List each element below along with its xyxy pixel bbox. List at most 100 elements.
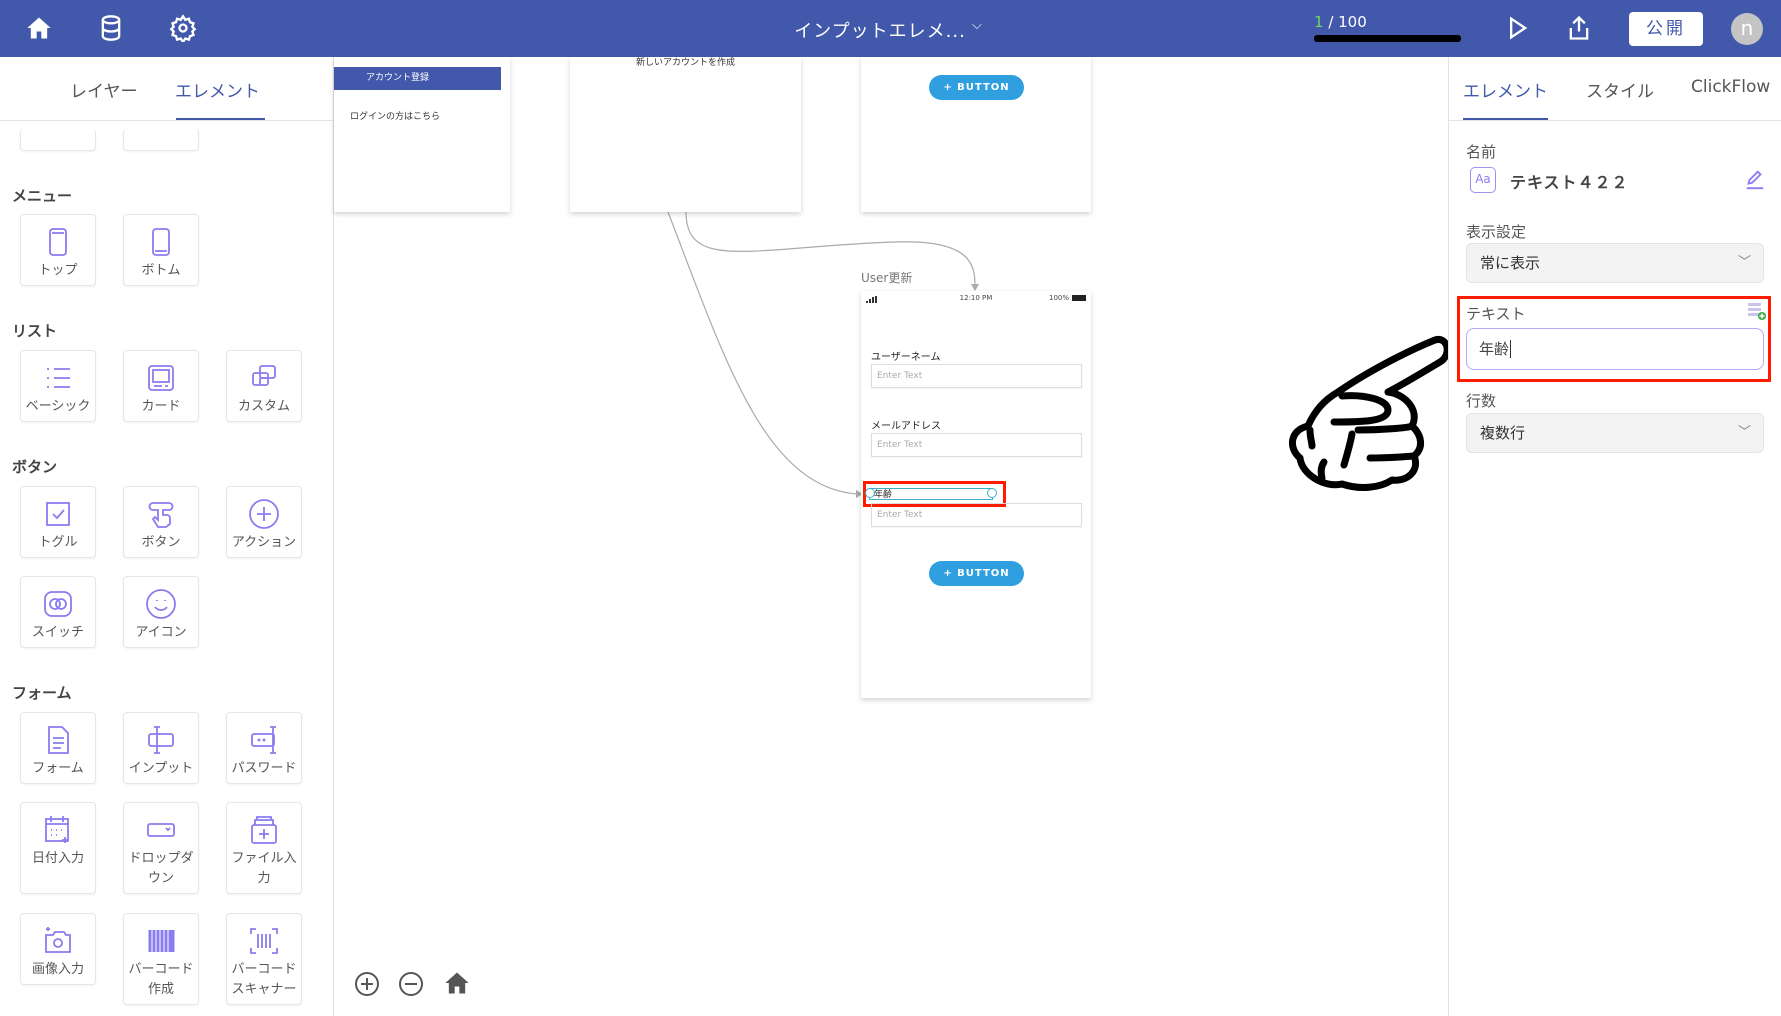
text-cursor xyxy=(1510,340,1512,358)
tab-layers[interactable]: レイヤー xyxy=(70,77,138,102)
progress-text: 1 / 100 xyxy=(1314,13,1367,31)
field-label-email: メールアドレス xyxy=(871,421,941,432)
screen-user-update[interactable]: 12:10 PM 100% ユーザーネーム Enter Text メールアドレス… xyxy=(861,291,1091,698)
tile-label: トップ xyxy=(38,263,78,278)
element-tile-top-menu[interactable]: トップ xyxy=(20,214,96,286)
tile-label: インプット xyxy=(128,761,194,776)
tile-label: アイコン xyxy=(135,625,187,640)
battery-icon xyxy=(1072,295,1086,301)
lines-select[interactable]: 複数行 ﹀ xyxy=(1466,413,1764,453)
zoom-in-icon[interactable] xyxy=(354,971,380,997)
tap-icon xyxy=(148,502,174,528)
connector-line xyxy=(667,211,858,495)
field-label-age: 年齢 xyxy=(874,490,893,500)
element-tile-dropdown[interactable]: ドロップダウン xyxy=(123,802,199,894)
element-tile-file[interactable]: ファイル入力 xyxy=(226,802,302,894)
camera-icon xyxy=(45,927,71,953)
username-input[interactable]: Enter Text xyxy=(871,364,1082,388)
chevron-down-icon[interactable]: ⌵ xyxy=(972,18,982,33)
element-tile-bottom-menu[interactable]: ボトム xyxy=(123,214,199,286)
tile-label: ドロップダウン xyxy=(128,851,194,886)
text-input[interactable]: 年齢 xyxy=(1466,328,1764,370)
publish-button[interactable]: 公開 xyxy=(1629,12,1703,46)
tile-partial[interactable] xyxy=(20,129,96,151)
element-tile-input[interactable]: インプット xyxy=(123,712,199,784)
bottom-menu-icon xyxy=(152,228,170,256)
play-icon[interactable] xyxy=(1503,14,1531,42)
element-tile-checkbox[interactable]: トグル xyxy=(20,486,96,558)
top-menu-icon xyxy=(49,228,67,256)
element-tile-card[interactable]: カード xyxy=(123,350,199,422)
share-icon[interactable] xyxy=(1565,14,1593,42)
field-label-username: ユーザーネーム xyxy=(871,352,941,363)
element-tile-password[interactable]: パスワード xyxy=(226,712,302,784)
pencil-icon[interactable] xyxy=(1744,168,1766,190)
screen-card-create[interactable]: 新しいアカウントを作成 xyxy=(570,57,801,212)
gear-icon[interactable] xyxy=(169,14,197,42)
element-name: テキスト４２２ xyxy=(1510,173,1629,192)
element-tile-calendar[interactable]: 日付入力 xyxy=(20,802,96,894)
element-tile-smiley[interactable]: アイコン xyxy=(123,576,199,648)
divider xyxy=(0,120,334,121)
screen-card-register[interactable]: アカウント登録 ログインの方はこちら xyxy=(334,57,510,212)
connector-line xyxy=(685,211,976,288)
visibility-select[interactable]: 常に表示 ﹀ xyxy=(1466,243,1764,283)
resize-handle[interactable] xyxy=(987,488,997,498)
card-header: アカウント登録 xyxy=(334,67,501,90)
element-tile-barcode[interactable]: バーコード作成 xyxy=(123,913,199,1005)
text-label: テキスト xyxy=(1466,305,1526,323)
list-icon xyxy=(47,368,70,388)
home-icon[interactable] xyxy=(442,969,472,997)
visibility-label: 表示設定 xyxy=(1466,223,1527,241)
tile-label: アクション xyxy=(231,535,297,550)
element-tile-list[interactable]: ベーシック xyxy=(20,350,96,422)
element-sidebar: レイヤー エレメント メニュートップ ボトムリストベーシック カード カスタムボタン ト… xyxy=(0,57,334,1016)
home-icon[interactable] xyxy=(25,14,53,42)
card-button[interactable]: + BUTTON xyxy=(929,75,1024,100)
calendar-icon xyxy=(45,816,69,843)
element-tile-document[interactable]: フォーム xyxy=(20,712,96,784)
tile-partial[interactable] xyxy=(123,129,199,151)
project-title[interactable]: インプットエレメ... xyxy=(760,17,1000,43)
divider xyxy=(1449,120,1781,121)
element-tile-plus-circle[interactable]: アクション xyxy=(226,486,302,558)
tile-label: ベーシック xyxy=(25,399,91,414)
add-data-icon[interactable] xyxy=(1747,301,1767,321)
barcode-icon xyxy=(148,930,175,952)
tab-clickflow[interactable]: ClickFlow xyxy=(1691,77,1770,97)
element-tile-tap[interactable]: ボタン xyxy=(123,486,199,558)
email-input[interactable]: Enter Text xyxy=(871,433,1082,457)
tile-label: ボタン xyxy=(141,535,181,550)
zoom-out-icon[interactable] xyxy=(398,971,424,997)
password-icon xyxy=(251,726,276,754)
element-tile-scanner[interactable]: バーコードスキャナー xyxy=(226,913,302,1005)
tab-elements[interactable]: エレメント xyxy=(175,77,260,102)
database-icon[interactable] xyxy=(97,14,125,42)
tile-label: バーコード作成 xyxy=(128,962,194,997)
lines-label: 行数 xyxy=(1466,392,1497,410)
tab-style[interactable]: スタイル xyxy=(1586,77,1654,102)
element-tile-switch[interactable]: スイッチ xyxy=(20,576,96,648)
element-tile-custom[interactable]: カスタム xyxy=(226,350,302,422)
tab-element[interactable]: エレメント xyxy=(1463,77,1548,102)
tile-label: カード xyxy=(141,399,181,414)
tile-label: バーコードスキャナー xyxy=(231,962,297,997)
selected-text-element[interactable]: 年齢 xyxy=(865,488,997,500)
document-icon xyxy=(48,726,69,754)
status-battery: 100% xyxy=(1048,294,1069,302)
section-heading: メニュー xyxy=(12,187,73,205)
screen-card-button[interactable]: + BUTTON xyxy=(861,57,1091,212)
tile-label: ボトム xyxy=(141,263,181,278)
element-tile-camera[interactable]: 画像入力 xyxy=(20,913,96,985)
dropdown-icon xyxy=(147,823,175,837)
tile-label: スイッチ xyxy=(31,625,84,640)
canvas[interactable]: アカウント登録 ログインの方はこちら 新しいアカウントを作成 + BUTTON … xyxy=(334,57,1448,1016)
age-input[interactable]: Enter Text xyxy=(871,503,1082,527)
switch-icon xyxy=(44,591,72,617)
tile-label: カスタム xyxy=(237,399,290,414)
section-heading: リスト xyxy=(12,322,58,340)
card-icon xyxy=(148,365,174,391)
submit-button[interactable]: + BUTTON xyxy=(929,561,1024,586)
avatar[interactable]: n xyxy=(1731,13,1763,45)
tile-label: 画像入力 xyxy=(31,962,84,977)
